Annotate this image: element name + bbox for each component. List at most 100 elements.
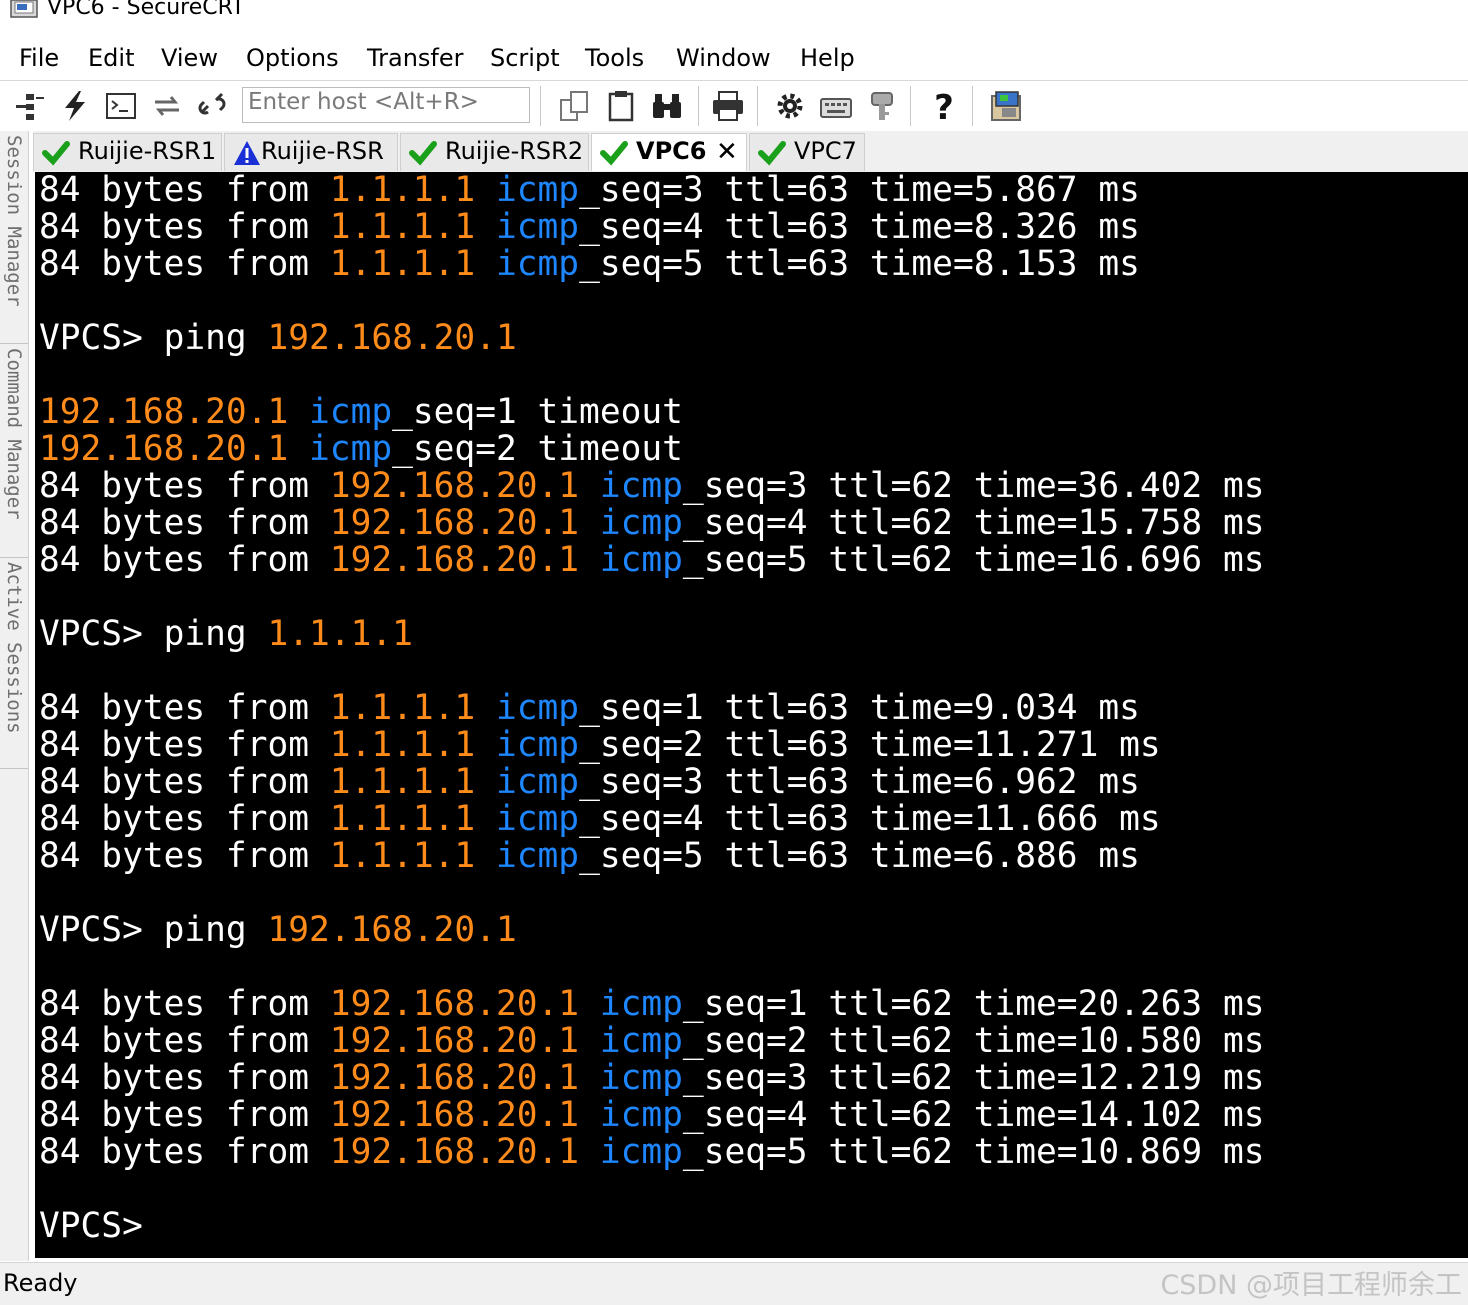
- menu-view[interactable]: View: [161, 44, 218, 72]
- terminal-text: 84 bytes from: [39, 1021, 330, 1061]
- ip-address-text: 1.1.1.1: [329, 725, 476, 765]
- status-text: Ready: [3, 1269, 78, 1297]
- terminal-text: 84 bytes from: [39, 207, 330, 247]
- terminal-window[interactable]: 84 bytes from 1.1.1.1 icmp_seq=3 ttl=63 …: [35, 172, 1468, 1258]
- terminal-line: 84 bytes from 1.1.1.1 icmp_seq=5 ttl=63 …: [39, 246, 1265, 283]
- tab-ruijie-rsr[interactable]: Ruijie-RSR: [224, 133, 398, 171]
- terminal-text: 84 bytes from: [39, 725, 330, 765]
- terminal-line: VPCS> ping 192.168.20.1: [39, 320, 1265, 357]
- paste-icon[interactable]: [603, 88, 639, 124]
- ip-address-text: 192.168.20.1: [329, 1132, 580, 1172]
- menu-edit[interactable]: Edit: [88, 44, 134, 72]
- settings-icon[interactable]: [772, 88, 808, 124]
- tab-label: Ruijie-RSR1: [78, 137, 217, 165]
- tab-vpc7[interactable]: VPC7: [749, 133, 865, 171]
- connected-check-icon: [600, 139, 628, 167]
- terminal-text: 84 bytes from: [39, 799, 330, 839]
- find-icon[interactable]: [649, 88, 685, 124]
- ip-address-text: 192.168.20.1: [267, 910, 517, 950]
- command-manager-tab[interactable]: Command Manager: [0, 344, 28, 558]
- ip-address-text: 192.168.20.1: [329, 503, 580, 543]
- terminal-text: 84 bytes from: [39, 1058, 330, 1098]
- reconnect-icon[interactable]: [149, 88, 185, 124]
- keymap-icon[interactable]: [818, 88, 854, 124]
- help-icon[interactable]: ?: [926, 88, 962, 124]
- menu-tools[interactable]: Tools: [585, 44, 644, 72]
- menu-script[interactable]: Script: [490, 44, 560, 72]
- toolbar-separator: [540, 86, 541, 126]
- tab-ruijie-rsr2[interactable]: Ruijie-RSR2: [400, 133, 589, 171]
- side-panel: Session Manager Command Manager Active S…: [0, 131, 29, 1261]
- disconnect-icon[interactable]: [194, 88, 230, 124]
- ip-address-text: 1.1.1.1: [329, 836, 476, 876]
- ip-address-text: 1.1.1.1: [329, 172, 476, 210]
- icmp-keyword-text: icmp: [495, 799, 580, 839]
- watermark-text: CSDN @项目工程师余工: [1160, 1270, 1462, 1301]
- terminal-line: VPCS> ping 1.1.1.1: [39, 616, 1265, 653]
- icmp-keyword-text: icmp: [599, 466, 683, 506]
- quick-connect-icon[interactable]: [57, 88, 93, 124]
- connected-check-icon: [42, 139, 70, 167]
- session-manager-tab[interactable]: Session Manager: [0, 131, 28, 344]
- ip-address-text: 1.1.1.1: [329, 762, 476, 802]
- terminal-text: 84 bytes from: [39, 836, 330, 876]
- terminal-line: VPCS> ping 192.168.20.1: [39, 912, 1265, 949]
- key-icon[interactable]: [864, 88, 900, 124]
- icmp-keyword-text: icmp: [599, 1095, 683, 1135]
- connect-in-tab-icon[interactable]: [103, 88, 139, 124]
- session-manager-label: Session Manager: [3, 135, 25, 307]
- command-manager-label: Command Manager: [3, 348, 25, 520]
- terminal-line: 84 bytes from 192.168.20.1 icmp_seq=1 tt…: [39, 986, 1265, 1023]
- copy-icon[interactable]: [557, 88, 593, 124]
- title-bar: VPC6 - SecureCRT: [0, 0, 1468, 22]
- terminal-text: 84 bytes from: [39, 172, 330, 210]
- menu-bar: File Edit View Options Transfer Script T…: [0, 40, 1468, 81]
- terminal-text: _seq=3 ttl=62 time=36.402 ms: [682, 466, 1265, 506]
- menu-window[interactable]: Window: [676, 44, 771, 72]
- sftp-icon[interactable]: [988, 88, 1024, 124]
- terminal-text: _seq=4 ttl=62 time=14.102 ms: [682, 1095, 1265, 1135]
- active-sessions-tab[interactable]: Active Sessions: [0, 558, 28, 769]
- terminal-text: _seq=5 ttl=63 time=8.153 ms: [579, 244, 1140, 284]
- terminal-text: _seq=5 ttl=62 time=10.869 ms: [682, 1132, 1265, 1172]
- toolbar-separator: [910, 86, 911, 126]
- menu-options[interactable]: Options: [246, 44, 339, 72]
- active-sessions-label: Active Sessions: [3, 562, 25, 734]
- icmp-keyword-text: icmp: [309, 429, 393, 469]
- terminal-text: 84 bytes from: [39, 688, 330, 728]
- icmp-keyword-text: icmp: [599, 1058, 683, 1098]
- menu-help[interactable]: Help: [800, 44, 855, 72]
- tab-ruijie-rsr1[interactable]: Ruijie-RSR1: [33, 133, 222, 171]
- terminal-text: VPCS> ping: [39, 910, 268, 950]
- terminal-text: _seq=2 ttl=62 time=10.580 ms: [682, 1021, 1265, 1061]
- connected-check-icon: [758, 139, 786, 167]
- securecrt-app-icon[interactable]: [10, 0, 40, 18]
- close-tab-icon[interactable]: ✕: [716, 137, 738, 167]
- terminal-text: _seq=2 timeout: [392, 429, 683, 469]
- terminal-text: _seq=3 ttl=63 time=6.962 ms: [579, 762, 1140, 802]
- terminal-line: 192.168.20.1 icmp_seq=1 timeout: [39, 394, 1265, 431]
- tab-vpc6[interactable]: VPC6 ✕: [591, 133, 747, 171]
- menu-transfer[interactable]: Transfer: [367, 44, 464, 72]
- icmp-keyword-text: icmp: [599, 540, 683, 580]
- quick-connect-input[interactable]: Enter host <Alt+R>: [242, 87, 530, 123]
- terminal-text: _seq=2 ttl=63 time=11.271 ms: [579, 725, 1161, 765]
- print-icon[interactable]: [710, 88, 746, 124]
- terminal-text: _seq=4 ttl=63 time=8.326 ms: [579, 207, 1140, 247]
- ip-address-text: 192.168.20.1: [329, 984, 580, 1024]
- menu-file[interactable]: File: [19, 44, 59, 72]
- connect-icon[interactable]: [12, 88, 48, 124]
- window-title: VPC6 - SecureCRT: [47, 0, 245, 20]
- tab-label: VPC7: [794, 137, 857, 165]
